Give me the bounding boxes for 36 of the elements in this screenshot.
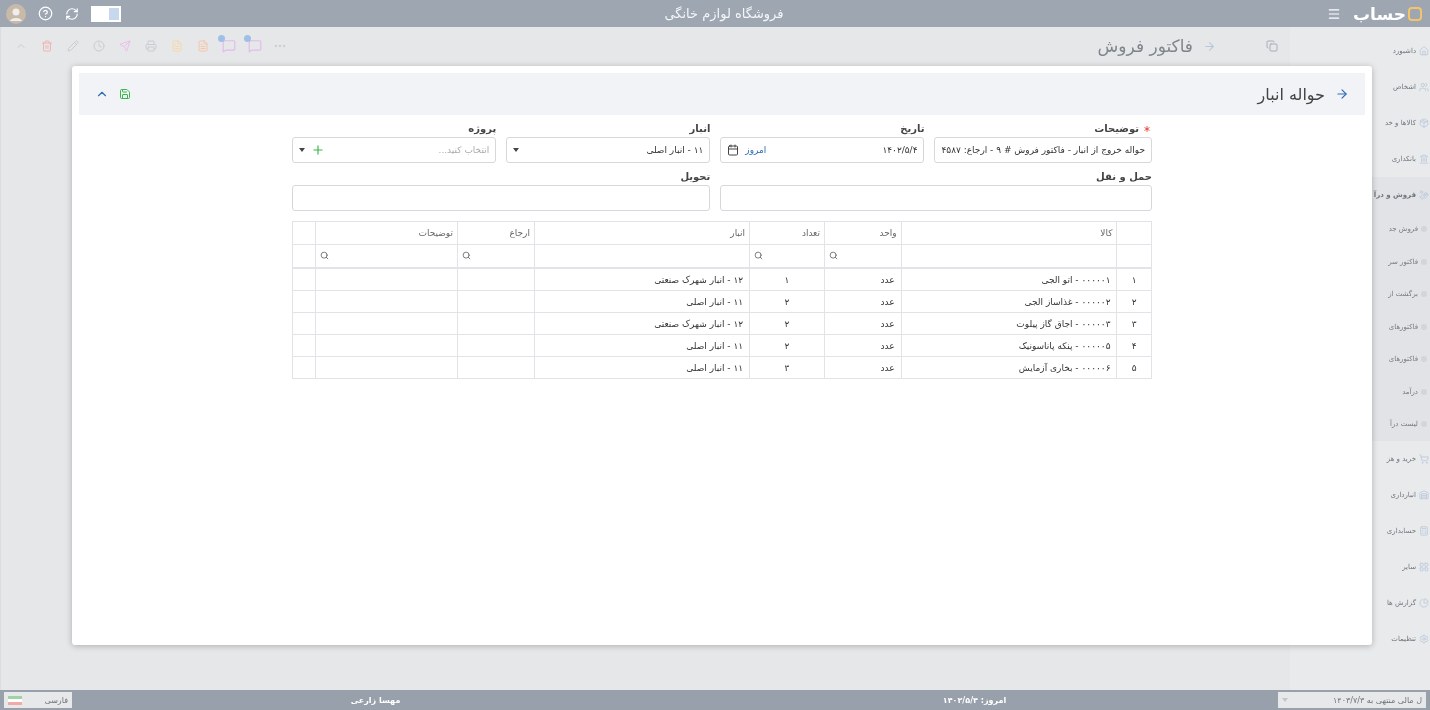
row-number: ۱ bbox=[1117, 268, 1152, 291]
table-cell: ۰۰۰۰۰۲ - غذاساز الجی bbox=[901, 290, 1117, 313]
table-cell: ۲ bbox=[749, 290, 825, 313]
app-title: فروشگاه لوازم خانگی bbox=[663, 6, 785, 21]
table-cell: ۰۰۰۰۰۱ - اتو الجی bbox=[901, 268, 1117, 291]
table-cell: ۱ bbox=[749, 268, 825, 291]
field-label: انبار bbox=[688, 123, 711, 134]
table-cell: ۰۰۰۰۰۵ - پنکه پاناسونیک bbox=[901, 334, 1117, 357]
field-label: توضیحات bbox=[934, 123, 1152, 134]
row-number: ۲ bbox=[1117, 290, 1152, 313]
table-cell: عدد bbox=[824, 268, 902, 291]
row-number: ۵ bbox=[1117, 356, 1152, 379]
table-cell: ۱۲ - انبار شهرک صنعتی bbox=[534, 268, 750, 291]
field-label: پروژه bbox=[467, 123, 497, 134]
field-label: تحویل bbox=[679, 171, 711, 182]
row-number: ۳ bbox=[1117, 312, 1152, 335]
field-label: تاریخ bbox=[899, 123, 925, 134]
table-cell: عدد bbox=[824, 312, 902, 335]
table-cell: ۱۱ - انبار اصلی bbox=[534, 334, 750, 357]
table-cell: ۱۱ - انبار اصلی bbox=[534, 290, 750, 313]
row-number: ۴ bbox=[1117, 334, 1152, 357]
page-title: فاکتور فروش bbox=[1097, 36, 1193, 56]
table-cell: ۱۱ - انبار اصلی bbox=[534, 356, 750, 379]
table-cell: ۲ bbox=[749, 312, 825, 335]
table-cell: ۰۰۰۰۰۶ - بخاری آزمایش bbox=[901, 356, 1117, 379]
table-cell: ۳ bbox=[749, 356, 825, 379]
table-cell: ۰۰۰۰۰۳ - اجاق گاز پیلوت bbox=[901, 312, 1117, 335]
today-date: امروز: ۱۴۰۲/۵/۴ bbox=[942, 695, 1007, 705]
table-cell: عدد bbox=[824, 290, 902, 313]
dialog-title: حواله انبار bbox=[1255, 84, 1325, 104]
field-label: حمل و نقل bbox=[1095, 171, 1152, 182]
table-cell: عدد bbox=[824, 356, 902, 379]
table-cell: ۱۲ - انبار شهرک صنعتی bbox=[534, 312, 750, 335]
table-cell: ۲ bbox=[749, 334, 825, 357]
user-name: مهسا زارعی bbox=[350, 695, 401, 705]
table-cell: عدد bbox=[824, 334, 902, 357]
